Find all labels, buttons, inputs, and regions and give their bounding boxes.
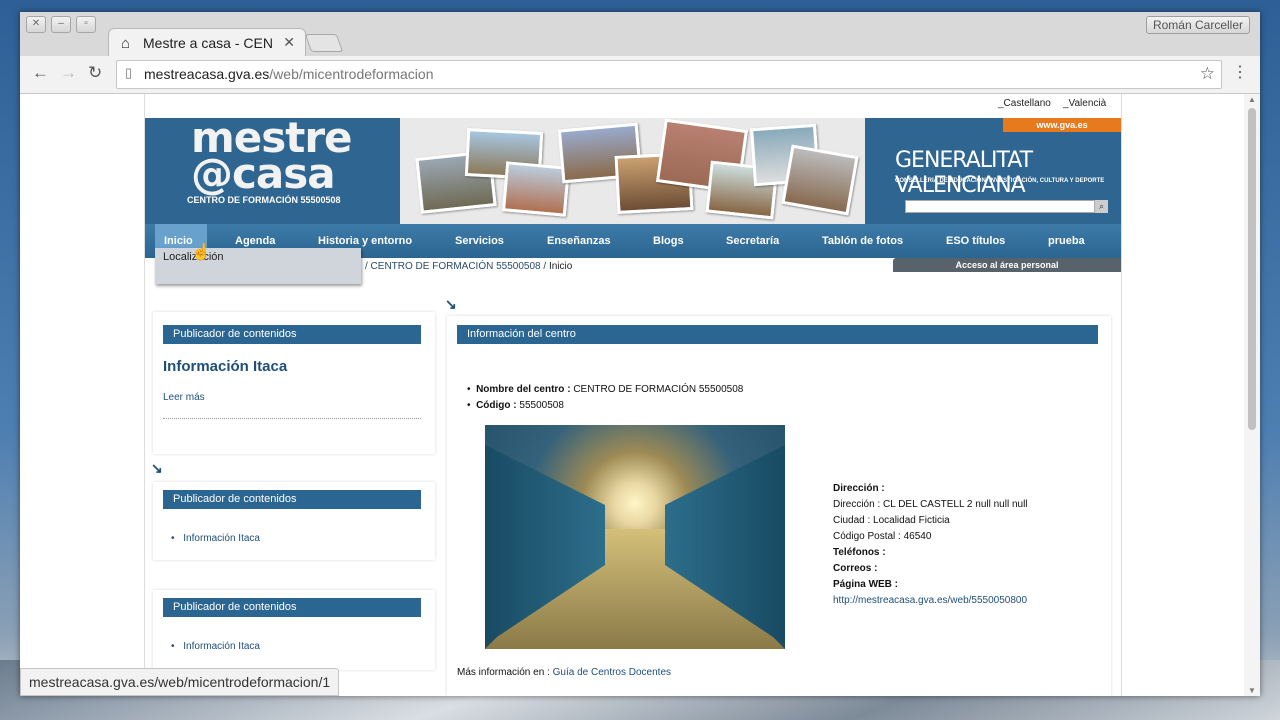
browser-toolbar: ← → ↻ ▯ mestreacasa.gva.es/web/micentrod… bbox=[20, 56, 1260, 94]
maximize-window-button[interactable]: ▫ bbox=[76, 16, 96, 33]
itaca-link[interactable]: Información Itaca bbox=[183, 641, 260, 652]
lang-castellano-link[interactable]: _Castellano bbox=[998, 98, 1051, 109]
web-label-text: Página WEB : bbox=[833, 579, 899, 590]
generalitat-branding: www.gva.es GENERALITAT VALENCIANA CONSEL… bbox=[865, 118, 1121, 224]
centre-name-value: CENTRO DE FORMACIÓN 55500508 bbox=[573, 384, 744, 395]
tab-title: Mestre a casa - CEN bbox=[143, 35, 273, 51]
breadcrumb-link[interactable]: / CENTRO DE FORMACIÓN 55500508 / bbox=[365, 261, 546, 272]
nav-dropdown: Localización bbox=[155, 248, 361, 284]
back-arrow-icon[interactable]: ← bbox=[32, 63, 49, 83]
centre-code-value: 55500508 bbox=[519, 400, 564, 411]
itaca-heading: Información Itaca bbox=[163, 358, 288, 375]
school-photo bbox=[501, 161, 571, 217]
nav-servicios[interactable]: Servicios bbox=[455, 235, 504, 247]
logo-subtitle: CENTRO DE FORMACIÓN 55500508 bbox=[187, 195, 341, 205]
centre-code-row: • Código : 55500508 bbox=[467, 400, 564, 411]
web-label: Página WEB : bbox=[833, 579, 898, 590]
scroll-up-icon[interactable]: ▲ bbox=[1248, 95, 1256, 104]
nav-blogs[interactable]: Blogs bbox=[653, 235, 684, 247]
status-bar: mestreacasa.gva.es/web/micentrodeformaci… bbox=[20, 668, 340, 696]
centre-code-label: Código : bbox=[476, 400, 517, 411]
address-bar[interactable]: ▯ mestreacasa.gva.es/web/micentrodeforma… bbox=[116, 60, 1222, 89]
breadcrumb-current: Inicio bbox=[548, 261, 573, 272]
portlet-title: Publicador de contenidos bbox=[163, 490, 421, 509]
list-item: • Información Itaca bbox=[171, 533, 260, 544]
web-url-link[interactable]: http://mestreacasa.gva.es/web/5550050800 bbox=[833, 595, 1027, 606]
generalitat-title: GENERALITAT VALENCIANA bbox=[895, 148, 1033, 198]
phones-label-text: Teléfonos : bbox=[833, 547, 886, 558]
personal-area-button[interactable]: Acceso al área personal bbox=[893, 258, 1121, 272]
portlet-title: Información del centro bbox=[457, 325, 1098, 344]
site-logo[interactable]: mestre @casa CENTRO DE FORMACIÓN 55500508 bbox=[145, 117, 400, 224]
browser-menu-icon[interactable]: ⋮ bbox=[1232, 62, 1248, 82]
portlet-arrow-icon: ↘ bbox=[445, 296, 457, 312]
search-icon[interactable]: ⌕ bbox=[1095, 200, 1108, 213]
read-more-link[interactable]: Leer más bbox=[163, 392, 205, 403]
centre-name-label: Nombre del centro : bbox=[476, 384, 571, 395]
vertical-scrollbar[interactable]: ▲ ▼ bbox=[1244, 94, 1260, 696]
close-window-button[interactable]: ✕ bbox=[26, 16, 46, 33]
bookmark-star-icon[interactable]: ☆ bbox=[1200, 64, 1215, 84]
mail-label-text: Correos : bbox=[833, 563, 878, 574]
site-banner: mestre @casa CENTRO DE FORMACIÓN 55500508… bbox=[145, 117, 1121, 224]
scroll-thumb[interactable] bbox=[1248, 108, 1256, 430]
scroll-down-icon[interactable]: ▼ bbox=[1248, 686, 1256, 695]
forward-arrow-icon[interactable]: → bbox=[60, 63, 77, 83]
more-info-row: Más información en : Guía de Centros Doc… bbox=[457, 667, 671, 678]
tab-close-icon[interactable]: ✕ bbox=[283, 34, 295, 51]
breadcrumb: / CENTRO DE FORMACIÓN 55500508 / Inicio bbox=[365, 261, 572, 272]
browser-window: ✕ – ▫ ⌂ Mestre a casa - CEN ✕ Román Carc… bbox=[20, 12, 1260, 696]
address-heading-text: Dirección : bbox=[833, 483, 885, 494]
phones-label: Teléfonos : bbox=[833, 547, 886, 558]
web-page: _Castellano _Valencià mestre @casa CENTRO… bbox=[144, 94, 1122, 696]
portlet-arrow-icon: ↘ bbox=[151, 460, 163, 476]
nav-prueba[interactable]: prueba bbox=[1048, 235, 1085, 247]
new-tab-button[interactable] bbox=[304, 34, 344, 52]
list-item: • Información Itaca bbox=[171, 641, 260, 652]
site-search-input[interactable] bbox=[905, 200, 1095, 213]
lang-valencia-link[interactable]: _Valencià bbox=[1063, 98, 1106, 109]
postal-line: Código Postal : 46540 bbox=[833, 531, 932, 542]
nav-secretaria[interactable]: Secretaría bbox=[726, 235, 779, 247]
nav-tablon-fotos[interactable]: Tablón de fotos bbox=[822, 235, 903, 247]
address-line: Dirección : CL DEL CASTELL 2 null null n… bbox=[833, 499, 1028, 510]
browser-tab[interactable]: ⌂ Mestre a casa - CEN ✕ bbox=[108, 28, 306, 57]
city-line: Ciudad : Localidad Ficticia bbox=[833, 515, 950, 526]
photo-collage bbox=[400, 118, 865, 224]
gva-link[interactable]: www.gva.es bbox=[1003, 118, 1121, 132]
logo-line-2: @casa bbox=[191, 149, 336, 198]
portlet-title: Publicador de contenidos bbox=[163, 325, 421, 344]
tab-bar: ✕ – ▫ ⌂ Mestre a casa - CEN ✕ Román Carc… bbox=[20, 12, 1260, 57]
nav-historia[interactable]: Historia y entorno bbox=[318, 235, 412, 247]
centre-name-row: • Nombre del centro : CENTRO DE FORMACIÓ… bbox=[467, 384, 744, 395]
nav-ensenanzas[interactable]: Enseñanzas bbox=[547, 235, 611, 247]
house-icon: ⌂ bbox=[121, 35, 131, 52]
portlet-title: Publicador de contenidos bbox=[163, 598, 421, 617]
nav-eso-titulos[interactable]: ESO títulos bbox=[946, 235, 1005, 247]
logo-wordmark: mestre @casa bbox=[191, 117, 353, 198]
profile-button[interactable]: Román Carceller bbox=[1145, 16, 1250, 34]
guia-centros-link[interactable]: Guía de Centros Docentes bbox=[553, 667, 671, 678]
url-text[interactable]: mestreacasa.gva.es/web/micentrodeformaci… bbox=[144, 66, 433, 82]
more-info-label: Más información en : bbox=[457, 667, 550, 678]
reload-icon[interactable]: ↻ bbox=[88, 63, 102, 83]
itaca-link[interactable]: Información Itaca bbox=[183, 533, 260, 544]
address-heading: Dirección : bbox=[833, 483, 885, 494]
school-photo bbox=[781, 144, 859, 216]
school-hallway-photo bbox=[485, 425, 785, 649]
page-viewport: _Castellano _Valencià mestre @casa CENTRO… bbox=[20, 94, 1244, 696]
mail-label: Correos : bbox=[833, 563, 877, 574]
dotted-divider bbox=[163, 418, 421, 419]
nav-agenda[interactable]: Agenda bbox=[235, 235, 275, 247]
url-host: mestreacasa.gva.es bbox=[144, 66, 270, 82]
minimize-window-button[interactable]: – bbox=[51, 16, 71, 33]
url-path: /web/micentrodeformacion bbox=[269, 66, 434, 82]
conselleria-subtitle: CONSELLERIA DE EDUCACIÓN, INVESTIGACIÓN,… bbox=[895, 178, 1105, 184]
nav-inicio[interactable]: Inicio bbox=[164, 235, 193, 247]
page-info-icon[interactable]: ▯ bbox=[125, 65, 132, 81]
hand-cursor-icon: ☝ bbox=[191, 244, 211, 261]
